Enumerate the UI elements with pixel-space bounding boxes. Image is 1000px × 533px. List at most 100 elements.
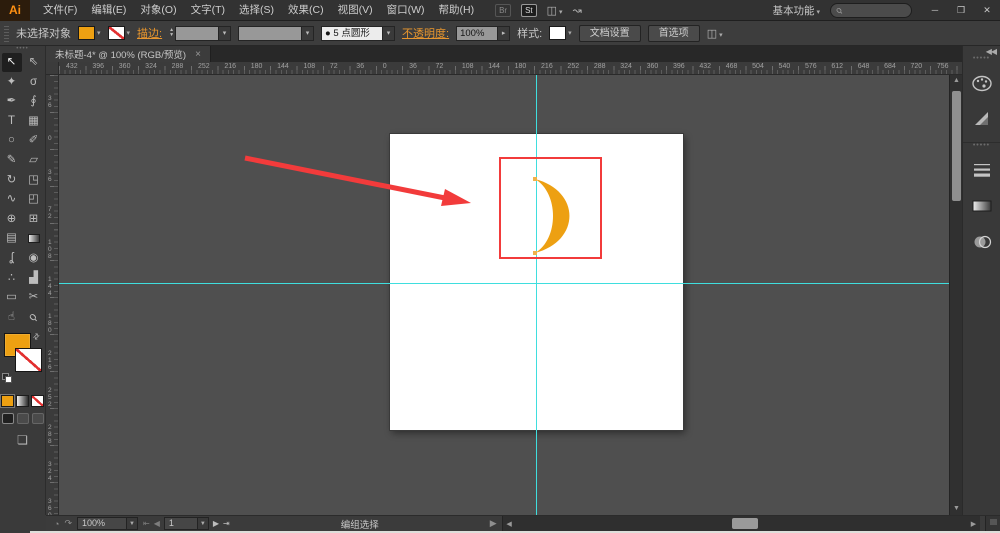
eyedropper-tool[interactable]: ʆ	[2, 249, 22, 268]
width-tool[interactable]: ∿	[2, 190, 22, 209]
color-panel-button[interactable]	[963, 68, 1000, 98]
chevron-down-icon[interactable]: ▾	[568, 29, 572, 37]
search-input[interactable]	[844, 5, 902, 15]
canvas[interactable]: ▲ ▼	[59, 75, 962, 515]
stroke-none-swatch[interactable]	[108, 26, 125, 40]
zoom-control[interactable]: 100% ▼	[77, 517, 138, 530]
scroll-right-icon[interactable]: ▶	[967, 520, 980, 528]
draw-behind-button[interactable]	[17, 413, 29, 424]
first-artboard-icon[interactable]: ⇤	[143, 519, 150, 528]
lasso-tool[interactable]: σ	[24, 73, 44, 92]
search-box[interactable]: ϙ	[830, 3, 912, 18]
type-tool[interactable]: T	[2, 112, 22, 131]
menu-item-1[interactable]: 文件(F)	[36, 0, 84, 21]
panel-grip[interactable]	[4, 24, 9, 42]
pen-tool[interactable]: ✒	[2, 92, 22, 111]
ruler-origin-corner[interactable]	[46, 62, 59, 75]
eraser-tool[interactable]: ▱	[24, 151, 44, 170]
hand-tool[interactable]: ☝	[2, 308, 22, 327]
rotate-tool[interactable]: ↻	[2, 171, 22, 190]
artboard-tool[interactable]: ▭	[2, 288, 22, 307]
mesh-tool[interactable]: ▤	[2, 229, 22, 248]
brush-field[interactable]: ● 5 点圆形	[321, 26, 383, 41]
color-mode-button[interactable]	[1, 395, 14, 407]
arrange-documents-icon[interactable]: ◫▾	[547, 4, 563, 17]
minimize-button[interactable]: ─	[922, 2, 948, 19]
panel-grip[interactable]: •••••	[963, 143, 1000, 149]
menu-item-4[interactable]: 文字(T)	[184, 0, 232, 21]
screen-mode-button[interactable]: ❏	[0, 433, 45, 447]
stroke-weight-stepper[interactable]: ▲▼ ▾	[169, 26, 231, 41]
share-icon[interactable]: ↝	[573, 4, 582, 17]
width-profile-field[interactable]	[238, 26, 302, 41]
symbol-sprayer-tool[interactable]: ∴	[2, 269, 22, 288]
close-button[interactable]: ✕	[974, 2, 1000, 19]
blend-tool[interactable]: ◉	[24, 249, 44, 268]
draw-normal-button[interactable]	[2, 413, 14, 424]
shape-builder-tool[interactable]: ⊕	[2, 210, 22, 229]
chevron-down-icon[interactable]: ▾	[127, 29, 131, 37]
scroll-up-icon[interactable]: ▲	[950, 75, 962, 87]
menu-item-6[interactable]: 效果(C)	[281, 0, 331, 21]
horizontal-scroll-thumb[interactable]	[732, 518, 758, 529]
stroke-color-picker[interactable]: ▾	[108, 26, 131, 40]
gradient-panel-button[interactable]	[963, 191, 1000, 221]
previous-artboard-icon[interactable]: ◀	[154, 519, 160, 528]
zoom-tool[interactable]: ϙ	[24, 308, 44, 327]
fill-swatch[interactable]	[78, 26, 95, 40]
tab-close-icon[interactable]: ×	[195, 49, 201, 60]
stroke-color-proxy[interactable]	[15, 348, 42, 372]
restore-button[interactable]: ❒	[948, 2, 974, 19]
stepper-arrows-icon[interactable]: ▲▼	[169, 28, 174, 38]
artboard-number-field[interactable]: 1	[164, 517, 198, 530]
opacity-expander[interactable]: ▸	[498, 26, 510, 41]
stroke-panel-button[interactable]	[963, 155, 1000, 185]
menu-item-9[interactable]: 帮助(H)	[432, 0, 482, 21]
free-transform-tool[interactable]: ◰	[24, 190, 44, 209]
magic-wand-tool[interactable]: ✦	[2, 73, 22, 92]
graphic-style-picker[interactable]: ▾	[549, 26, 572, 40]
opacity-control[interactable]: 100% ▸	[456, 26, 510, 41]
panel-grip[interactable]: •••••	[963, 56, 1000, 62]
status-menu-icon[interactable]: ▶	[490, 518, 497, 529]
perspective-grid-tool[interactable]: ⊞	[24, 210, 44, 229]
brush-dropdown[interactable]: ▾	[383, 26, 395, 41]
scale-tool[interactable]: ◳	[24, 171, 44, 190]
vertical-scroll-thumb[interactable]	[952, 91, 961, 201]
zoom-dropdown[interactable]: ▼	[127, 517, 138, 530]
menu-item-3[interactable]: 对象(O)	[133, 0, 183, 21]
gradient-tool[interactable]	[24, 229, 44, 248]
transparency-panel-button[interactable]	[963, 227, 1000, 257]
zoom-field[interactable]: 100%	[77, 517, 127, 530]
menu-item-5[interactable]: 选择(S)	[232, 0, 281, 21]
draw-inside-button[interactable]	[32, 413, 44, 424]
scroll-left-icon[interactable]: ◀	[503, 520, 516, 528]
stroke-weight-dropdown[interactable]: ▾	[219, 26, 231, 41]
status-toggle-icon[interactable]: ◔	[54, 519, 59, 529]
style-swatch[interactable]	[549, 26, 566, 40]
opacity-panel-link[interactable]: 不透明度:	[402, 25, 449, 41]
stroke-panel-link[interactable]: 描边:	[137, 25, 162, 41]
artboard-dropdown[interactable]: ▼	[198, 517, 209, 530]
preferences-button[interactable]: 首选项	[648, 25, 700, 42]
pencil-tool[interactable]: ✎	[2, 151, 22, 170]
rectangular-grid-tool[interactable]: ▦	[24, 112, 44, 131]
brush-definition[interactable]: ● 5 点圆形 ▾	[321, 26, 395, 41]
slice-tool[interactable]: ✂	[24, 288, 44, 307]
vertical-scrollbar[interactable]: ▲ ▼	[949, 75, 962, 515]
stroke-weight-field[interactable]	[175, 26, 219, 41]
next-artboard-icon[interactable]: ▶	[213, 519, 219, 528]
color-guide-panel-button[interactable]	[963, 104, 1000, 134]
workspace-switcher[interactable]: 基本功能▾	[772, 3, 820, 18]
artboard-number-control[interactable]: 1 ▼	[164, 517, 209, 530]
panel-grip[interactable]: ••••	[0, 46, 45, 53]
default-fill-stroke-icon[interactable]	[2, 373, 13, 384]
curvature-pen-tool[interactable]: ∮	[24, 92, 44, 111]
export-icon[interactable]: ↷	[64, 518, 72, 529]
variable-width-profile[interactable]: ▾	[238, 26, 314, 41]
app-logo-icon[interactable]: Ai	[0, 0, 30, 21]
direct-selection-tool[interactable]: ⇖	[24, 53, 44, 72]
none-mode-button[interactable]	[31, 395, 44, 407]
opacity-field[interactable]: 100%	[456, 26, 498, 41]
paintbrush-tool[interactable]: ✐	[24, 131, 44, 150]
